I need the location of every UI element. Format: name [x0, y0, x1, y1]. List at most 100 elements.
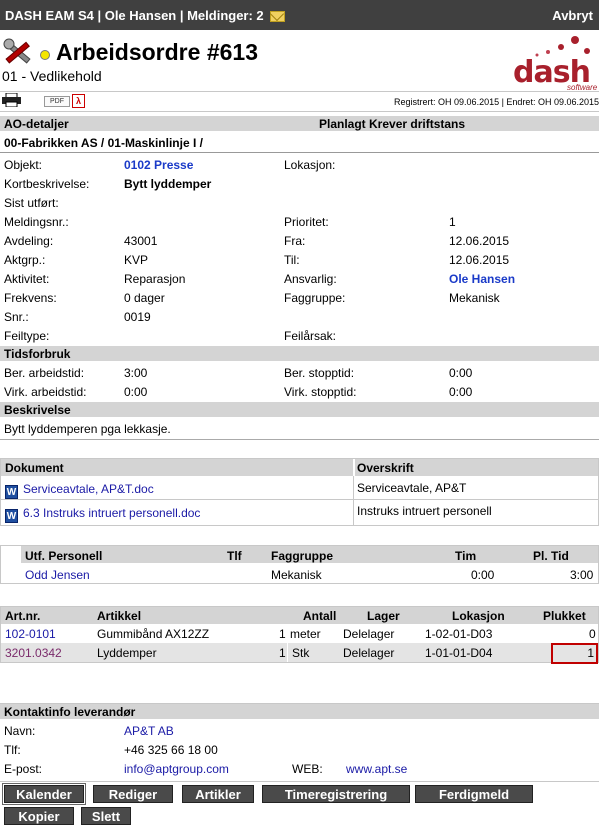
- til-value: 12.06.2015: [449, 253, 510, 267]
- field-label: Ber. arbeidstid:: [4, 366, 85, 380]
- divider: [0, 152, 599, 153]
- aktivitet-value: Reparasjon: [124, 272, 186, 286]
- tools-icon: [2, 38, 36, 68]
- article-lokasjon: 1-01-01-D04: [425, 646, 493, 660]
- document-title: Serviceavtale, AP&T: [357, 481, 467, 495]
- pdf-icon[interactable]: PDF λ: [44, 94, 88, 109]
- supplier-phone: +46 325 66 18 00: [124, 743, 218, 757]
- mail-icon[interactable]: [268, 9, 285, 24]
- kortbeskrivelse-value: Bytt lyddemper: [124, 177, 212, 191]
- article-unit: meter: [290, 627, 321, 641]
- prioritet-value: 1: [449, 215, 456, 229]
- document-link[interactable]: Serviceavtale, AP&T.doc: [23, 482, 154, 496]
- article-lokasjon: 1-02-01-D03: [425, 627, 493, 641]
- slett-button[interactable]: Slett: [81, 807, 131, 825]
- location-path: 00-Fabrikken AS / 01-Maskinlinje I /: [4, 136, 203, 150]
- plukket-input[interactable]: 1: [551, 643, 598, 664]
- field-label: Feilårsak:: [284, 329, 337, 343]
- article-name: Gummibånd AX12ZZ: [97, 627, 210, 641]
- field-label: Ansvarlig:: [284, 272, 337, 286]
- section-title: AO-detaljer: [4, 117, 69, 131]
- section-supplier: Kontaktinfo leverandør: [0, 704, 599, 719]
- cancel-link[interactable]: Avbryt: [552, 8, 593, 23]
- ferdigmeld-button[interactable]: Ferdigmeld: [415, 785, 533, 803]
- kopier-button[interactable]: Kopier: [4, 807, 74, 825]
- article-antall: 1: [279, 646, 286, 660]
- article-link[interactable]: 3201.0342: [5, 646, 62, 660]
- dash-logo: dash software: [513, 33, 599, 93]
- frekvens-value: 0 dager: [124, 291, 165, 305]
- field-label: Kortbeskrivelse:: [4, 177, 90, 191]
- column-header: Utf. Personell: [25, 549, 103, 563]
- doc-header-cell: Dokument: [1, 459, 353, 476]
- page-title: Arbeidsordre #613: [56, 39, 258, 65]
- ber-arbeidstid-value: 3:00: [124, 366, 148, 380]
- document-row[interactable]: W Serviceavtale, AP&T.doc: [5, 482, 154, 499]
- column-header: Faggruppe: [271, 549, 333, 563]
- ber-stopptid-value: 0:00: [449, 366, 473, 380]
- articles-table: Art.nr. Artikkel Antall Lager Lokasjon P…: [0, 606, 599, 664]
- details-grid: Objekt: 0102 Presse Lokasjon: Kortbeskri…: [0, 158, 599, 343]
- print-icon[interactable]: [2, 92, 21, 108]
- article-lager: Delelager: [343, 627, 395, 641]
- article-name: Lyddemper: [97, 646, 157, 660]
- word-doc-icon: W: [5, 509, 18, 523]
- field-label: Prioritet:: [284, 215, 329, 229]
- section-title: Tidsforbruk: [4, 347, 71, 361]
- spacer: [1, 546, 21, 563]
- personnel-tim: 0:00: [471, 568, 495, 582]
- field-label: Aktgrp.:: [4, 253, 46, 267]
- top-bar: DASH EAM S4 | Ole Hansen | Meldinger: 2 …: [0, 0, 599, 30]
- ansvarlig-link[interactable]: Ole Hansen: [449, 272, 515, 286]
- divider: [0, 111, 599, 112]
- fra-value: 12.06.2015: [449, 234, 510, 248]
- app-title: DASH EAM S4 | Ole Hansen | Meldinger: 2: [5, 8, 264, 23]
- field-label: Virk. stopptid:: [284, 385, 357, 399]
- description-text: Bytt lyddemperen pga lekkasje.: [4, 422, 171, 436]
- field-label: Fra:: [284, 234, 306, 248]
- word-doc-icon: W: [5, 485, 18, 499]
- article-link[interactable]: 102-0101: [5, 627, 56, 641]
- divider: [0, 91, 599, 92]
- article-lager: Delelager: [343, 646, 395, 660]
- section-tidsforbruk: Tidsforbruk: [0, 346, 599, 361]
- personnel-link[interactable]: Odd Jensen: [25, 568, 90, 582]
- section-note: Planlagt Krever driftstans: [319, 117, 466, 131]
- articles-header: [1, 607, 598, 624]
- section-title: Kontaktinfo leverandør: [4, 705, 136, 719]
- supplier-web-link[interactable]: www.apt.se: [346, 762, 407, 776]
- field-label: Lokasjon:: [284, 158, 336, 172]
- personnel-faggruppe: Mekanisk: [271, 568, 322, 582]
- column-header: Overskrift: [357, 461, 414, 475]
- kalender-button[interactable]: Kalender: [4, 785, 84, 803]
- field-label: Feiltype:: [4, 329, 50, 343]
- section-title: Beskrivelse: [4, 403, 71, 417]
- personnel-pltid: 3:00: [570, 568, 594, 582]
- artikler-button[interactable]: Artikler: [182, 785, 254, 803]
- virk-arbeidstid-value: 0:00: [124, 385, 148, 399]
- document-row[interactable]: W 6.3 Instruks intruert personell.doc: [5, 506, 200, 523]
- rediger-button[interactable]: Rediger: [93, 785, 173, 803]
- divider: [287, 643, 288, 662]
- article-unit: Stk: [292, 646, 310, 660]
- documents-table: Dokument Overskrift W Serviceavtale, AP&T…: [0, 458, 599, 526]
- timeregistrering-button[interactable]: Timeregistrering: [262, 785, 410, 803]
- field-label: Navn:: [4, 724, 36, 738]
- field-label: Frekvens:: [4, 291, 57, 305]
- column-header: Tim: [455, 549, 477, 563]
- document-link[interactable]: 6.3 Instruks intruert personell.doc: [23, 506, 200, 520]
- article-plukket: 0: [589, 627, 596, 641]
- field-label: Tlf:: [4, 743, 21, 757]
- field-label: Virk. arbeidstid:: [4, 385, 87, 399]
- objekt-link[interactable]: 0102 Presse: [124, 158, 193, 172]
- doc-header-cell: Overskrift: [355, 459, 598, 476]
- supplier-section: Kontaktinfo leverandør Navn: AP&T AB Tlf…: [0, 703, 599, 781]
- registered-info: Registrert: OH 09.06.2015 | Endret: OH 0…: [394, 97, 599, 107]
- field-label: Til:: [284, 253, 300, 267]
- field-label: WEB:: [292, 762, 323, 776]
- supplier-email-link[interactable]: info@aptgroup.com: [124, 762, 229, 776]
- plukket-value: 1: [587, 646, 594, 660]
- article-antall: 1: [279, 627, 286, 641]
- field-label: Aktivitet:: [4, 272, 50, 286]
- supplier-name-link[interactable]: AP&T AB: [124, 724, 174, 738]
